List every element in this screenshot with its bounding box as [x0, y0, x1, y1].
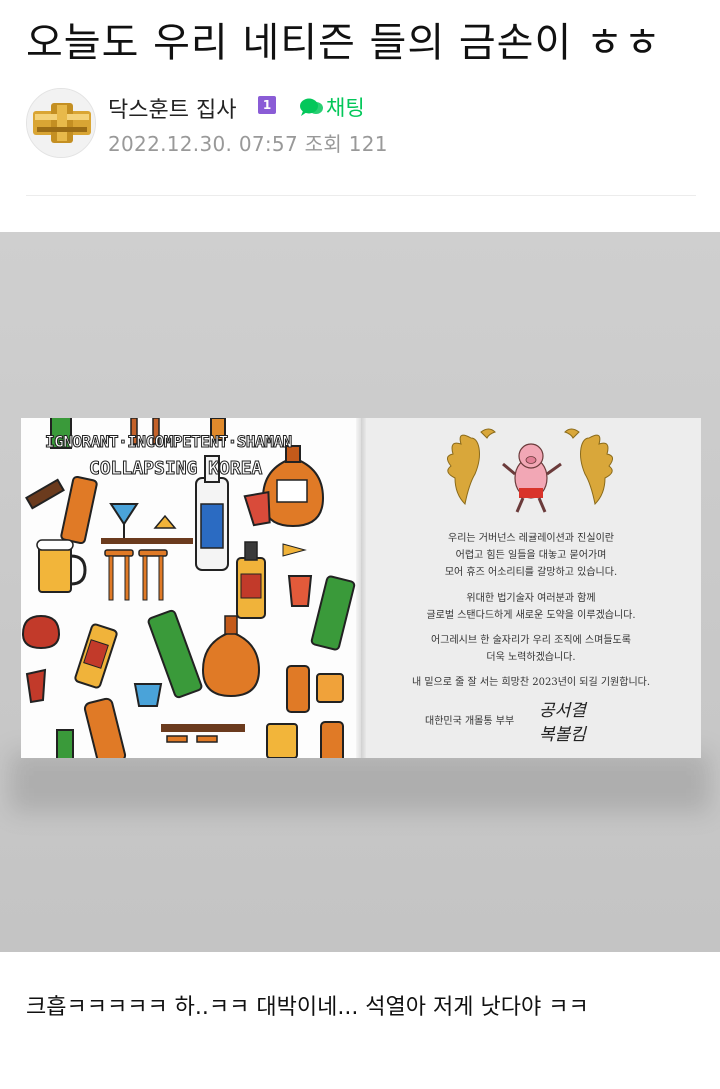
greeting-line: 우리는 거버넌스 레귤레이션과 진실이란 [448, 533, 614, 544]
card-headline: IGNORANT·INCOMPETENT·SHAMAN [45, 432, 293, 452]
level-badge: 1 [258, 96, 276, 114]
card-fold [356, 418, 366, 758]
chat-link[interactable]: 채팅 [298, 92, 365, 122]
greeting-line: 글로벌 스탠다드하게 새로운 도약을 이루겠습니다. [426, 610, 636, 621]
greeting-line: 모어 휴즈 어소리티를 갈망하고 있습니다. [444, 567, 618, 578]
greeting-paragraph-2: 위대한 법기술자 여러분과 함께 글로벌 스탠다드하게 새로운 도약을 이루겠습… [361, 590, 701, 624]
greeting-paragraph-1: 우리는 거버넌스 레귤레이션과 진실이란 어렵고 힘든 일들을 대놓고 묻어가며… [361, 530, 701, 581]
card-subline: COLLAPSING KOREA [88, 458, 263, 480]
comment-text: 크흡ㅋㅋㅋㅋㅋ 하..ㅋㅋ 대박이네... 석열아 저게 낫다야 ㅋㅋ [26, 995, 589, 1020]
greeting-line: 더욱 노력하겠습니다. [486, 652, 576, 663]
greeting-line: 내 밑으로 줄 잘 서는 희망찬 2023년이 되길 기원합니다. [411, 677, 651, 688]
author-row: 닥스훈트 집사 1 채팅 2022.12.30. 07:57 조회 121 [26, 88, 696, 160]
card-shadow [10, 752, 710, 812]
phoenix-pig-emblem [447, 428, 613, 513]
greeting-line: 어그레시브 한 술자리가 우리 조직에 스며들도록 [431, 635, 631, 646]
greeting-paragraph-4: 내 밑으로 줄 잘 서는 희망찬 2023년이 되길 기원합니다. [361, 674, 701, 691]
post-image[interactable]: IGNORANT·INCOMPETENT·SHAMAN COLLAPSING K… [0, 232, 720, 952]
signature-name-1: 공서결 [539, 701, 586, 721]
signature-name-2: 복볼킴 [539, 725, 586, 745]
chat-label: 채팅 [326, 96, 365, 120]
divider [26, 195, 696, 196]
greeting-line: 어렵고 힘든 일들을 대놓고 묻어가며 [455, 550, 607, 561]
greeting-paragraph-3: 어그레시브 한 술자리가 우리 조직에 스며들도록 더욱 노력하겠습니다. [361, 632, 701, 666]
chat-bubble-icon [300, 98, 323, 116]
avatar[interactable] [26, 88, 96, 158]
card-right-page: 우리는 거버넌스 레귤레이션과 진실이란 어렵고 힘든 일들을 대놓고 묻어가며… [361, 418, 701, 758]
post-meta: 2022.12.30. 07:57 조회 121 [108, 128, 388, 157]
signature-label: 대한민국 개몰통 부부 [425, 716, 515, 727]
post-title: 오늘도 우리 네티즌 들의 금손이 ㅎㅎ [26, 20, 662, 66]
avatar-image [27, 89, 95, 157]
card-left-page: IGNORANT·INCOMPETENT·SHAMAN COLLAPSING K… [21, 418, 361, 758]
author-name[interactable]: 닥스훈트 집사 [108, 92, 236, 124]
view-count: 조회 121 [304, 132, 388, 156]
post-date: 2022.12.30. 07:57 [108, 132, 298, 156]
greeting-line: 위대한 법기술자 여러분과 함께 [466, 593, 596, 604]
